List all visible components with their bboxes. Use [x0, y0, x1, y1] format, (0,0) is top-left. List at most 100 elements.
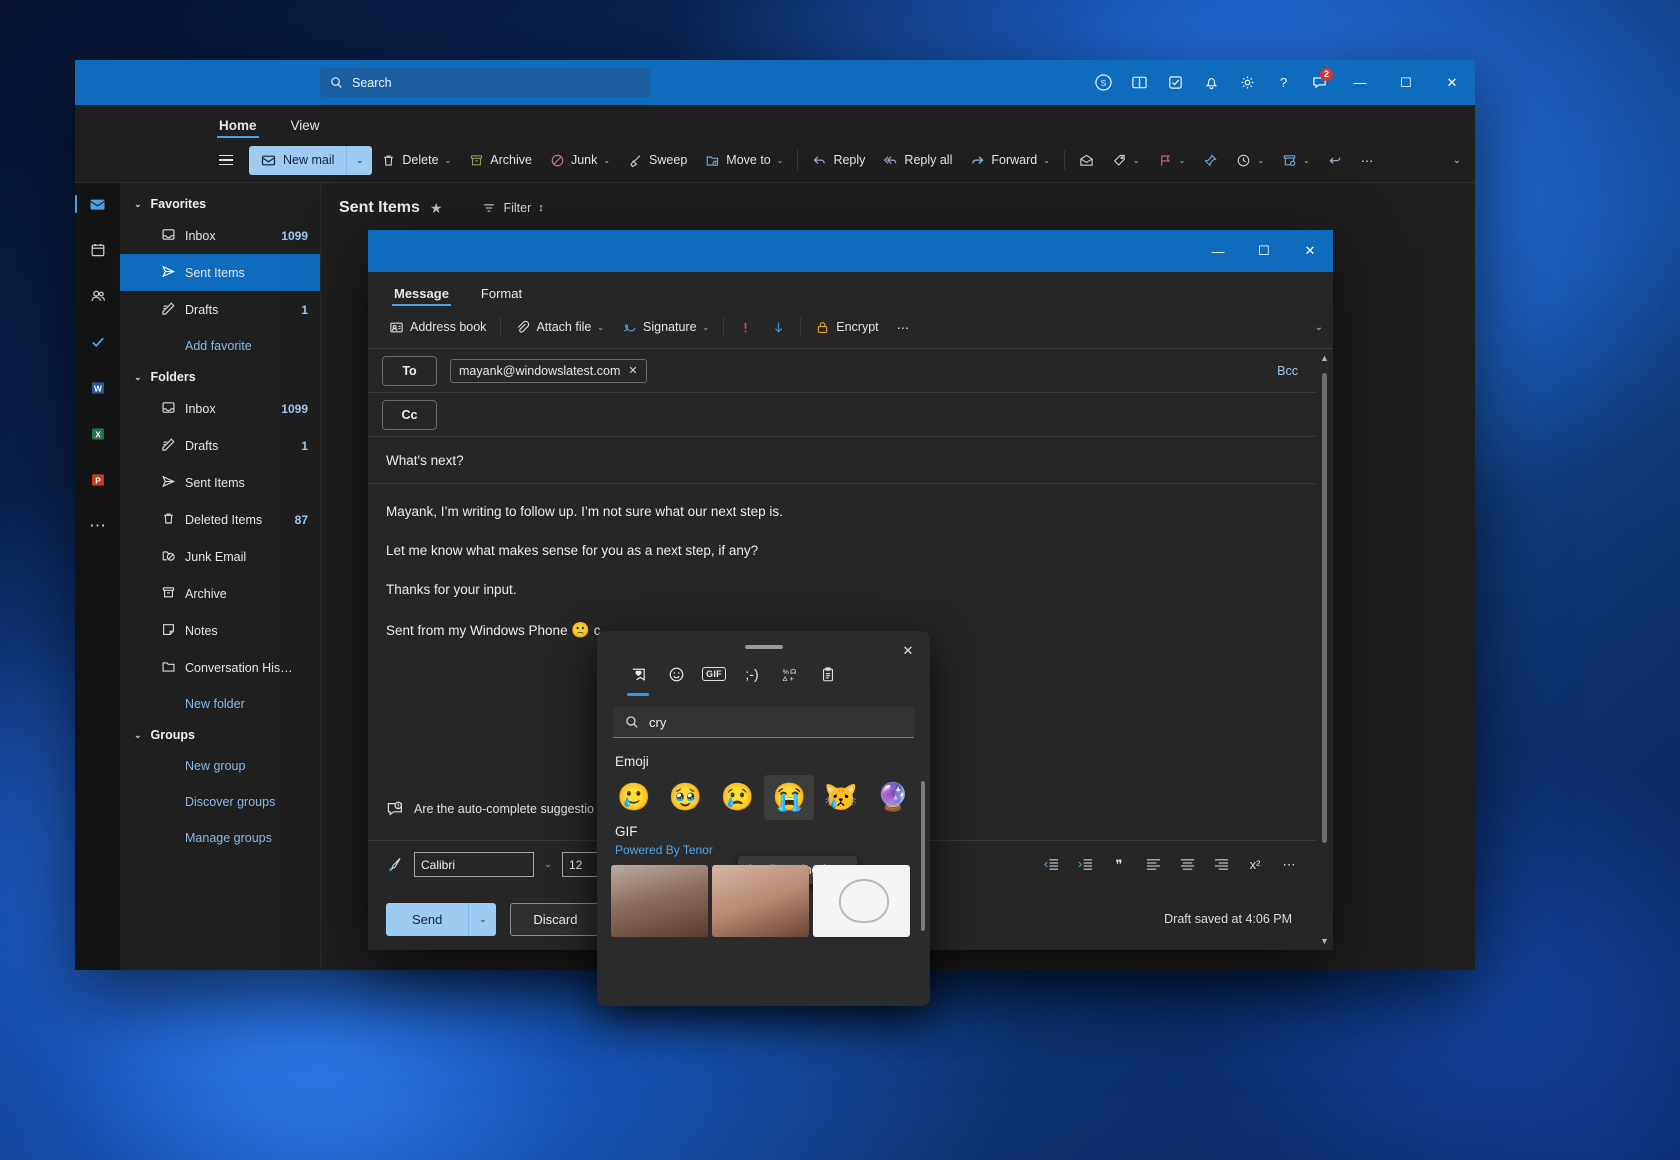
emoji-crying-face[interactable]: 😢 — [713, 775, 763, 820]
recipient-chip[interactable]: mayank@windowslatest.com ✕ — [450, 358, 647, 383]
emoji-tab[interactable] — [657, 657, 695, 691]
snooze-clock-icon[interactable]: ⌄ — [1227, 145, 1273, 175]
collapse-ribbon-icon[interactable]: ⌄ — [1453, 155, 1461, 166]
attach-file-button[interactable]: Attach file ⌄ — [506, 312, 613, 342]
tenor-credit-link[interactable]: Powered By Tenor — [597, 839, 930, 857]
help-icon[interactable]: ? — [1265, 60, 1301, 105]
sidebar-item-drafts-fav[interactable]: Drafts 1 — [120, 291, 320, 328]
close-button[interactable]: ✕ — [1429, 60, 1475, 105]
align-left-icon[interactable] — [1138, 850, 1168, 880]
gif-crying-face[interactable] — [712, 865, 809, 937]
recent-tab[interactable] — [619, 657, 657, 696]
junk-button[interactable]: Junk ⌄ — [541, 145, 619, 175]
send-caret-icon[interactable]: ⌄ — [468, 902, 496, 936]
gif-tab[interactable]: GIF — [695, 657, 733, 691]
favorites-header[interactable]: ⌄ Favorites — [120, 191, 320, 217]
compose-minimize-button[interactable]: — — [1195, 230, 1241, 272]
sidebar-item-sent-items[interactable]: Sent Items — [120, 464, 320, 501]
compose-scrollbar[interactable]: ▲ ▼ — [1316, 349, 1333, 950]
discard-button[interactable]: Discard — [510, 902, 601, 936]
low-importance-icon[interactable] — [762, 312, 795, 342]
scroll-up-arrow-icon[interactable]: ▲ — [1320, 353, 1329, 363]
auto-complete-feedback[interactable]: Are the auto-complete suggestio — [386, 800, 594, 818]
mark-unread-icon[interactable] — [1070, 145, 1103, 175]
emoji-crying-cat[interactable]: 😿 — [816, 775, 866, 820]
encrypt-button[interactable]: Encrypt — [806, 312, 887, 342]
chevron-down-icon[interactable]: ⌄ — [703, 323, 710, 332]
font-name-caret-icon[interactable]: ⌄ — [538, 859, 558, 870]
chevron-down-icon[interactable]: ⌄ — [1179, 156, 1186, 165]
sidebar-item-archive[interactable]: Archive — [120, 575, 320, 612]
favorite-star-icon[interactable]: ★ — [430, 200, 443, 217]
feedback-icon[interactable]: 2 — [1301, 60, 1337, 105]
more-format-icon[interactable]: ⋯ — [1274, 850, 1304, 880]
scroll-down-arrow-icon[interactable]: ▼ — [1320, 936, 1329, 946]
notifications-bell-icon[interactable] — [1193, 60, 1229, 105]
scrollbar-thumb[interactable] — [1322, 373, 1327, 843]
compose-close-button[interactable]: ✕ — [1287, 230, 1333, 272]
chevron-down-icon[interactable]: ⌄ — [603, 156, 610, 165]
new-folder-link[interactable]: New folder — [120, 686, 320, 722]
more-options-icon[interactable]: ⋯ — [1352, 145, 1383, 175]
chevron-down-icon[interactable]: ⌄ — [1303, 156, 1310, 165]
cc-field-row[interactable]: Cc — [368, 393, 1316, 437]
sort-icon[interactable]: ↕ — [538, 202, 544, 214]
rail-word[interactable]: W — [82, 373, 114, 403]
send-button[interactable]: Send ⌄ — [386, 902, 497, 936]
high-importance-icon[interactable] — [729, 312, 762, 342]
folders-header[interactable]: ⌄ Folders — [120, 364, 320, 390]
sidebar-item-inbox-fav[interactable]: Inbox 1099 — [120, 217, 320, 254]
to-button[interactable]: To — [382, 355, 437, 386]
cc-button[interactable]: Cc — [382, 399, 437, 430]
chevron-down-icon[interactable]: ⌄ — [1043, 156, 1050, 165]
search-input[interactable]: Search — [320, 68, 650, 97]
emoji-face-holding-back-tears[interactable]: 🥹 — [661, 775, 711, 820]
chevron-down-icon[interactable]: ⌄ — [1257, 156, 1264, 165]
emoji-loudly-crying-face[interactable]: 😭 — [764, 775, 815, 820]
sidebar-item-junk-email[interactable]: Junk Email — [120, 538, 320, 575]
align-center-icon[interactable] — [1172, 850, 1202, 880]
delete-button[interactable]: Delete ⌄ — [372, 145, 460, 175]
subject-input[interactable]: What's next? — [368, 437, 1316, 484]
reply-all-button[interactable]: Reply all — [874, 145, 961, 175]
forward-button[interactable]: Forward ⌄ — [961, 145, 1059, 175]
rail-mail[interactable] — [75, 189, 114, 219]
collapse-toolbar-icon[interactable]: ⌄ — [1315, 322, 1323, 333]
filter-button[interactable]: Filter ↕ — [482, 201, 544, 215]
tab-view[interactable]: View — [281, 115, 330, 138]
clipboard-tab[interactable] — [809, 657, 847, 691]
new-mail-caret-icon[interactable]: ⌄ — [346, 145, 372, 175]
emoji-search-input[interactable]: cry — [613, 707, 914, 738]
chevron-down-icon[interactable]: ⌄ — [597, 323, 604, 332]
sidebar-item-conversation-history[interactable]: Conversation His… — [120, 649, 320, 686]
gif-cartoon-cat[interactable] — [813, 865, 910, 937]
rail-more[interactable]: ⋯ — [82, 511, 114, 541]
tab-format[interactable]: Format — [471, 283, 532, 306]
rules-icon[interactable]: ⌄ — [1273, 145, 1319, 175]
align-right-icon[interactable] — [1206, 850, 1236, 880]
decrease-indent-icon[interactable] — [1036, 850, 1066, 880]
symbols-tab[interactable]: % ☊ Δ + — [771, 657, 809, 691]
maximize-button[interactable]: ☐ — [1383, 60, 1429, 105]
close-icon[interactable]: ✕ — [628, 364, 637, 377]
emoji-crystal-ball[interactable]: 🔮 — [868, 775, 918, 820]
tab-home[interactable]: Home — [209, 115, 267, 138]
sidebar-item-notes[interactable]: Notes — [120, 612, 320, 649]
rail-todo[interactable] — [82, 327, 114, 357]
signature-button[interactable]: Signature ⌄ — [613, 312, 718, 342]
chevron-down-icon[interactable]: ⌄ — [1133, 156, 1140, 165]
font-name-input[interactable]: Calibri — [414, 852, 534, 877]
chevron-down-icon[interactable]: ⌄ — [777, 156, 784, 165]
undo-icon[interactable] — [1319, 145, 1352, 175]
rail-people[interactable] — [82, 281, 114, 311]
archive-button[interactable]: Archive — [460, 145, 541, 175]
sidebar-item-inbox[interactable]: Inbox 1099 — [120, 390, 320, 427]
rail-powerpoint[interactable]: P — [82, 465, 114, 495]
new-group-link[interactable]: New group — [120, 748, 320, 784]
quote-icon[interactable]: ❞ — [1104, 850, 1134, 880]
format-painter-icon[interactable] — [380, 850, 410, 880]
skype-icon[interactable]: S — [1085, 60, 1121, 105]
hamburger-menu-icon[interactable] — [209, 154, 243, 166]
increase-indent-icon[interactable] — [1070, 850, 1100, 880]
rail-calendar[interactable] — [82, 235, 114, 265]
